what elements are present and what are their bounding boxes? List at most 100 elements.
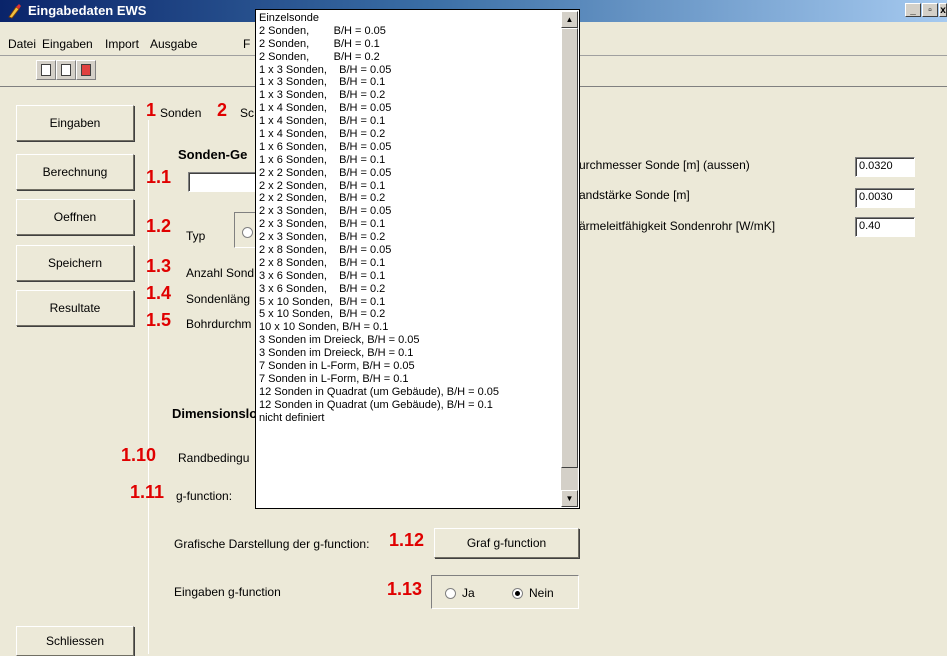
dropdown-item[interactable]: 7 Sonden in L-Form, B/H = 0.05: [258, 360, 560, 373]
scroll-up-button[interactable]: ▲: [561, 11, 578, 28]
triangle-down-icon: ▼: [565, 494, 574, 503]
printer-icon: [41, 64, 51, 76]
dropdown-item[interactable]: 7 Sonden in L-Form, B/H = 0.1: [258, 373, 560, 386]
menu-more[interactable]: F: [243, 37, 250, 51]
marker-1: 1: [146, 100, 157, 120]
dropdown-item[interactable]: 2 x 3 Sonden, B/H = 0.1: [258, 218, 560, 231]
dropdown-item[interactable]: 5 x 10 Sonden, B/H = 0.1: [258, 296, 560, 309]
eingaben-button[interactable]: Eingaben: [16, 105, 134, 141]
marker-1-5: 1.5: [146, 310, 172, 330]
oeffnen-button[interactable]: Oeffnen: [16, 199, 134, 235]
marker-1-3: 1.3: [146, 256, 172, 276]
dropdown-item[interactable]: 1 x 3 Sonden, B/H = 0.05: [258, 64, 560, 77]
dropdown-item[interactable]: 3 x 6 Sonden, B/H = 0.2: [258, 283, 560, 296]
triangle-up-icon: ▲: [565, 15, 574, 24]
dropdown-item[interactable]: nicht definiert: [258, 412, 560, 425]
dropdown-item[interactable]: 1 x 3 Sonden, B/H = 0.1: [258, 76, 560, 89]
typ-radio[interactable]: [242, 227, 253, 238]
dropdown-item[interactable]: 2 x 3 Sonden, B/H = 0.05: [258, 205, 560, 218]
rand-label: Randbedingu: [178, 451, 250, 465]
anzahl-label: Anzahl Sond: [186, 266, 255, 280]
durchmesser-input[interactable]: 0.0320: [855, 157, 915, 177]
toolbar: [12, 60, 108, 82]
radio-ja[interactable]: [445, 588, 456, 599]
dropdown-item[interactable]: 1 x 6 Sonden, B/H = 0.1: [258, 154, 560, 167]
dropdown-list: Einzelsonde 2 Sonden, B/H = 0.05 2 Sonden,…: [258, 12, 560, 425]
dropdown-item[interactable]: 1 x 3 Sonden, B/H = 0.2: [258, 89, 560, 102]
menu-import[interactable]: Import: [105, 37, 139, 51]
export-button[interactable]: [76, 60, 96, 80]
dropdown-item[interactable]: 2 Sonden, B/H = 0.05: [258, 25, 560, 38]
name-input[interactable]: [188, 172, 258, 192]
graf-gfunction-button[interactable]: Graf g-function: [434, 528, 579, 558]
dropdown-item[interactable]: 1 x 4 Sonden, B/H = 0.1: [258, 115, 560, 128]
schliessen-button[interactable]: Schliessen: [16, 626, 134, 656]
menu-eingaben[interactable]: Eingaben: [42, 37, 93, 51]
window-title: Eingabedaten EWS: [28, 3, 147, 18]
dropdown-item[interactable]: 2 Sonden, B/H = 0.2: [258, 51, 560, 64]
dropdown-item[interactable]: 10 x 10 Sonden, B/H = 0.1: [258, 321, 560, 334]
preview-button[interactable]: [56, 60, 76, 80]
wandstaerke-input[interactable]: 0.0030: [855, 188, 915, 208]
wandstaerke-label: andstärke Sonde [m]: [579, 188, 690, 202]
radio-nein[interactable]: [512, 588, 523, 599]
dropdown-item[interactable]: 3 Sonden im Dreieck, B/H = 0.05: [258, 334, 560, 347]
maximize-button[interactable]: ▫: [922, 3, 938, 17]
eingaben-gfunction-label: Eingaben g-function: [174, 585, 281, 599]
dropdown-item[interactable]: 1 x 4 Sonden, B/H = 0.05: [258, 102, 560, 115]
marker-1-13: 1.13: [387, 579, 423, 599]
minimize-button[interactable]: _: [905, 3, 921, 17]
radio-ja-label: Ja: [462, 586, 475, 600]
scroll-down-button[interactable]: ▼: [561, 490, 578, 507]
bohr-label: Bohrdurchm: [186, 317, 252, 331]
dropdown-item[interactable]: 12 Sonden in Quadrat (um Gebäude), B/H =…: [258, 386, 560, 399]
waermeleit-label: ärmeleitfähigkeit Sondenrohr [W/mK]: [579, 219, 776, 233]
dropdown-item[interactable]: 3 x 6 Sonden, B/H = 0.1: [258, 270, 560, 283]
resultate-button[interactable]: Resultate: [16, 290, 134, 326]
scroll-thumb[interactable]: [561, 28, 578, 468]
marker-1-2: 1.2: [146, 216, 172, 236]
dropdown-item[interactable]: 2 x 2 Sonden, B/H = 0.1: [258, 180, 560, 193]
speichern-button[interactable]: Speichern: [16, 245, 134, 281]
laenge-label: Sondenläng: [186, 292, 251, 306]
dimension-label: Dimensionslo: [172, 406, 258, 421]
export-icon: [81, 64, 91, 76]
radio-nein-label: Nein: [529, 586, 554, 600]
marker-1-12: 1.12: [389, 530, 425, 550]
marker-1-11: 1.11: [130, 482, 165, 502]
dropdown-item[interactable]: 3 Sonden im Dreieck, B/H = 0.1: [258, 347, 560, 360]
marker-1-1: 1.1: [146, 167, 172, 187]
sonden-type-dropdown[interactable]: Einzelsonde 2 Sonden, B/H = 0.05 2 Sonden,…: [255, 9, 580, 509]
gfunction-radio-group: Ja Nein: [431, 575, 579, 609]
marker-1-4: 1.4: [146, 283, 172, 303]
dropdown-item[interactable]: 12 Sonden in Quadrat (um Gebäude), B/H =…: [258, 399, 560, 412]
dropdown-item[interactable]: 2 x 8 Sonden, B/H = 0.05: [258, 244, 560, 257]
tab-second[interactable]: Sc: [240, 106, 254, 120]
berechnung-button[interactable]: Berechnung: [16, 154, 134, 190]
app-icon: [8, 4, 21, 19]
close-window-button[interactable]: x: [939, 3, 947, 17]
print-button[interactable]: [36, 60, 56, 80]
marker-1-10: 1.10: [121, 445, 157, 465]
dropdown-scrollbar[interactable]: ▲ ▼: [561, 11, 578, 507]
menu-ausgabe[interactable]: Ausgabe: [150, 37, 197, 51]
gfunction-label: g-function:: [176, 489, 233, 503]
dropdown-item[interactable]: 5 x 10 Sonden, B/H = 0.2: [258, 308, 560, 321]
marker-2: 2: [217, 100, 228, 120]
graf-label: Grafische Darstellung der g-function:: [174, 537, 370, 551]
document-icon: [61, 64, 71, 76]
dropdown-item[interactable]: 1 x 4 Sonden, B/H = 0.2: [258, 128, 560, 141]
tab-sonden[interactable]: Sonden: [160, 106, 201, 120]
waermeleit-input[interactable]: 0.40: [855, 217, 915, 237]
section-title: Sonden-Ge: [178, 147, 248, 162]
dropdown-item[interactable]: 1 x 6 Sonden, B/H = 0.05: [258, 141, 560, 154]
dropdown-item[interactable]: 2 Sonden, B/H = 0.1: [258, 38, 560, 51]
dropdown-item[interactable]: 2 x 2 Sonden, B/H = 0.2: [258, 192, 560, 205]
dropdown-item[interactable]: Einzelsonde: [258, 12, 560, 25]
menu-datei[interactable]: Datei: [8, 37, 36, 51]
durchmesser-label: urchmesser Sonde [m] (aussen): [579, 158, 750, 172]
dropdown-item[interactable]: 2 x 3 Sonden, B/H = 0.2: [258, 231, 560, 244]
typ-label: Typ: [186, 229, 206, 243]
dropdown-item[interactable]: 2 x 2 Sonden, B/H = 0.05: [258, 167, 560, 180]
dropdown-item[interactable]: 2 x 8 Sonden, B/H = 0.1: [258, 257, 560, 270]
